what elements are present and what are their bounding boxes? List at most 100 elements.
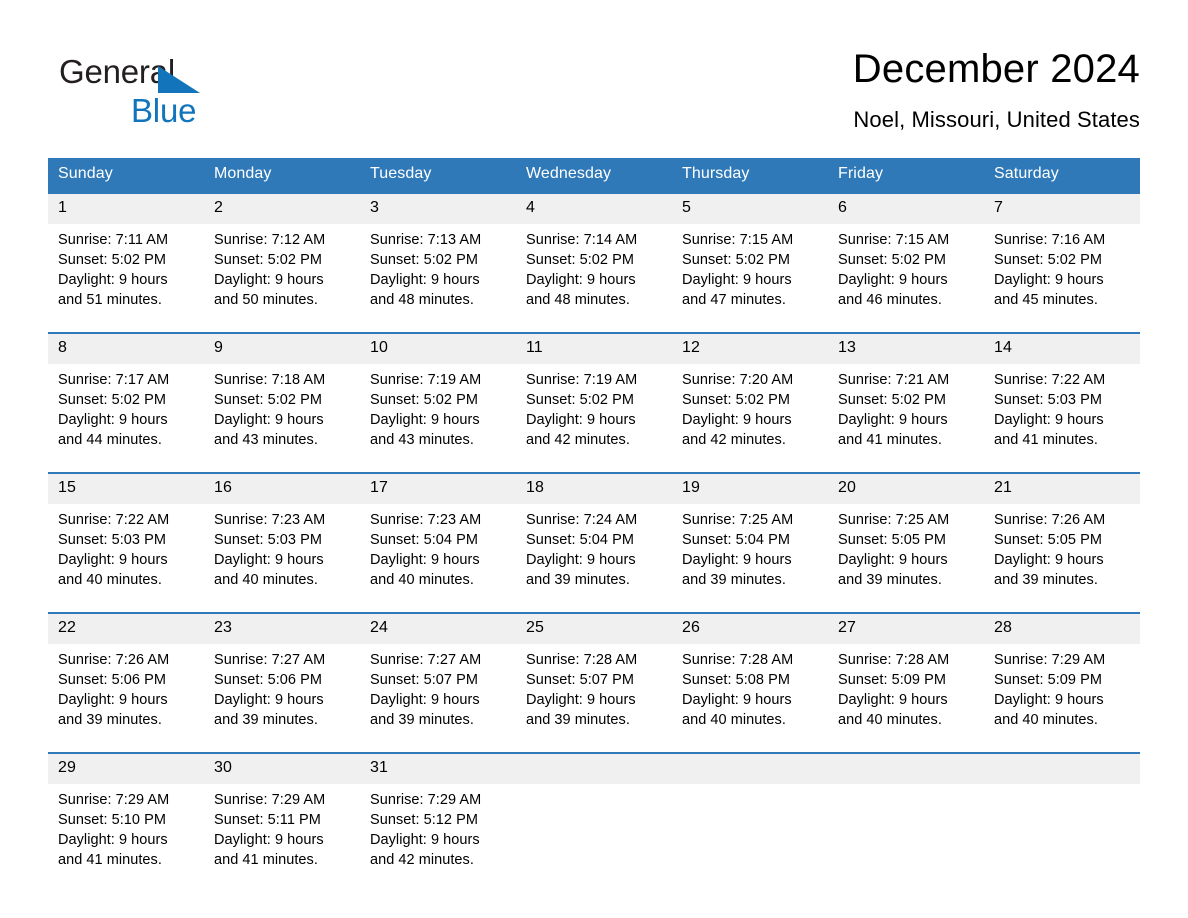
day-number[interactable]: 3 — [360, 192, 516, 224]
day-cell[interactable]: Sunrise: 7:19 AM Sunset: 5:02 PM Dayligh… — [516, 364, 672, 456]
day-cell[interactable]: Sunrise: 7:28 AM Sunset: 5:07 PM Dayligh… — [516, 644, 672, 736]
day-cell[interactable]: Sunrise: 7:25 AM Sunset: 5:05 PM Dayligh… — [828, 504, 984, 596]
daylight-text: Daylight: 9 hours — [58, 412, 168, 428]
daylight-text: Daylight: 9 hours — [58, 692, 168, 708]
day-number[interactable]: 31 — [360, 752, 516, 784]
sunrise-text: Sunrise: 7:21 AM — [838, 372, 950, 388]
day-cell[interactable]: Sunrise: 7:23 AM Sunset: 5:04 PM Dayligh… — [360, 504, 516, 596]
logo-triangle-icon — [158, 66, 200, 93]
daylight-text-cont: and 39 minutes. — [214, 712, 318, 728]
day-number[interactable]: 19 — [672, 472, 828, 504]
sunset-text: Sunset: 5:06 PM — [214, 672, 322, 688]
day-cell[interactable]: Sunrise: 7:27 AM Sunset: 5:06 PM Dayligh… — [204, 644, 360, 736]
day-cell[interactable]: Sunrise: 7:23 AM Sunset: 5:03 PM Dayligh… — [204, 504, 360, 596]
day-number[interactable]: 22 — [48, 612, 204, 644]
empty-day-cell — [984, 784, 1140, 876]
day-cell[interactable]: Sunrise: 7:26 AM Sunset: 5:06 PM Dayligh… — [48, 644, 204, 736]
day-number[interactable]: 9 — [204, 332, 360, 364]
day-cell[interactable]: Sunrise: 7:22 AM Sunset: 5:03 PM Dayligh… — [48, 504, 204, 596]
sunrise-text: Sunrise: 7:28 AM — [838, 652, 950, 668]
day-cell[interactable]: Sunrise: 7:15 AM Sunset: 5:02 PM Dayligh… — [828, 224, 984, 316]
day-cell[interactable]: Sunrise: 7:11 AM Sunset: 5:02 PM Dayligh… — [48, 224, 204, 316]
daylight-text-cont: and 40 minutes. — [994, 712, 1098, 728]
daylight-text-cont: and 41 minutes. — [838, 432, 942, 448]
weekday-header-friday: Friday — [828, 158, 984, 193]
day-number[interactable]: 25 — [516, 612, 672, 644]
daylight-text: Daylight: 9 hours — [370, 692, 480, 708]
day-number[interactable]: 11 — [516, 332, 672, 364]
day-cell[interactable]: Sunrise: 7:29 AM Sunset: 5:11 PM Dayligh… — [204, 784, 360, 876]
day-number[interactable]: 6 — [828, 192, 984, 224]
day-cell[interactable]: Sunrise: 7:29 AM Sunset: 5:12 PM Dayligh… — [360, 784, 516, 876]
day-cell[interactable]: Sunrise: 7:20 AM Sunset: 5:02 PM Dayligh… — [672, 364, 828, 456]
sunrise-text: Sunrise: 7:27 AM — [370, 652, 482, 668]
day-number[interactable]: 14 — [984, 332, 1140, 364]
page-title: December 2024 — [852, 47, 1140, 91]
day-number[interactable]: 30 — [204, 752, 360, 784]
day-number[interactable]: 7 — [984, 192, 1140, 224]
day-cell[interactable]: Sunrise: 7:25 AM Sunset: 5:04 PM Dayligh… — [672, 504, 828, 596]
daylight-text: Daylight: 9 hours — [994, 692, 1104, 708]
calendar-grid: Sunday Monday Tuesday Wednesday Thursday… — [48, 158, 1140, 876]
day-cell[interactable]: Sunrise: 7:19 AM Sunset: 5:02 PM Dayligh… — [360, 364, 516, 456]
day-number[interactable]: 18 — [516, 472, 672, 504]
day-number[interactable]: 5 — [672, 192, 828, 224]
day-cell[interactable]: Sunrise: 7:12 AM Sunset: 5:02 PM Dayligh… — [204, 224, 360, 316]
day-cell[interactable]: Sunrise: 7:28 AM Sunset: 5:09 PM Dayligh… — [828, 644, 984, 736]
day-number[interactable]: 21 — [984, 472, 1140, 504]
day-cell[interactable]: Sunrise: 7:14 AM Sunset: 5:02 PM Dayligh… — [516, 224, 672, 316]
day-cell[interactable]: Sunrise: 7:28 AM Sunset: 5:08 PM Dayligh… — [672, 644, 828, 736]
sunrise-text: Sunrise: 7:22 AM — [994, 372, 1106, 388]
day-cell[interactable]: Sunrise: 7:16 AM Sunset: 5:02 PM Dayligh… — [984, 224, 1140, 316]
day-number[interactable]: 16 — [204, 472, 360, 504]
day-number[interactable]: 2 — [204, 192, 360, 224]
day-number[interactable]: 10 — [360, 332, 516, 364]
daylight-text: Daylight: 9 hours — [370, 412, 480, 428]
day-number[interactable]: 23 — [204, 612, 360, 644]
day-number[interactable]: 8 — [48, 332, 204, 364]
day-number[interactable]: 15 — [48, 472, 204, 504]
daylight-text: Daylight: 9 hours — [370, 272, 480, 288]
daylight-text-cont: and 51 minutes. — [58, 292, 162, 308]
daylight-text-cont: and 40 minutes. — [370, 572, 474, 588]
day-number[interactable]: 20 — [828, 472, 984, 504]
day-cell[interactable]: Sunrise: 7:22 AM Sunset: 5:03 PM Dayligh… — [984, 364, 1140, 456]
daylight-text: Daylight: 9 hours — [682, 412, 792, 428]
day-number[interactable]: 29 — [48, 752, 204, 784]
day-cell[interactable]: Sunrise: 7:24 AM Sunset: 5:04 PM Dayligh… — [516, 504, 672, 596]
day-number[interactable]: 1 — [48, 192, 204, 224]
day-number[interactable]: 13 — [828, 332, 984, 364]
sunrise-text: Sunrise: 7:26 AM — [994, 512, 1106, 528]
daylight-text-cont: and 48 minutes. — [526, 292, 630, 308]
daylight-text: Daylight: 9 hours — [58, 272, 168, 288]
day-number[interactable]: 4 — [516, 192, 672, 224]
day-number[interactable]: 26 — [672, 612, 828, 644]
sunrise-text: Sunrise: 7:17 AM — [58, 372, 170, 388]
week-4-daynumber-row: 22 23 24 25 26 27 28 — [48, 612, 1140, 644]
sunset-text: Sunset: 5:07 PM — [526, 672, 634, 688]
day-cell[interactable]: Sunrise: 7:26 AM Sunset: 5:05 PM Dayligh… — [984, 504, 1140, 596]
day-cell[interactable]: Sunrise: 7:29 AM Sunset: 5:10 PM Dayligh… — [48, 784, 204, 876]
day-cell[interactable]: Sunrise: 7:29 AM Sunset: 5:09 PM Dayligh… — [984, 644, 1140, 736]
daylight-text: Daylight: 9 hours — [214, 272, 324, 288]
daylight-text: Daylight: 9 hours — [526, 272, 636, 288]
day-number[interactable]: 17 — [360, 472, 516, 504]
daylight-text: Daylight: 9 hours — [58, 832, 168, 848]
day-cell[interactable]: Sunrise: 7:27 AM Sunset: 5:07 PM Dayligh… — [360, 644, 516, 736]
day-number[interactable]: 12 — [672, 332, 828, 364]
sunrise-text: Sunrise: 7:27 AM — [214, 652, 326, 668]
day-cell[interactable]: Sunrise: 7:17 AM Sunset: 5:02 PM Dayligh… — [48, 364, 204, 456]
general-blue-logo[interactable]: General Blue — [59, 52, 319, 132]
day-number[interactable]: 27 — [828, 612, 984, 644]
day-cell[interactable]: Sunrise: 7:13 AM Sunset: 5:02 PM Dayligh… — [360, 224, 516, 316]
daylight-text-cont: and 41 minutes. — [214, 852, 318, 868]
sunrise-text: Sunrise: 7:24 AM — [526, 512, 638, 528]
day-cell[interactable]: Sunrise: 7:21 AM Sunset: 5:02 PM Dayligh… — [828, 364, 984, 456]
day-number[interactable]: 28 — [984, 612, 1140, 644]
day-cell[interactable]: Sunrise: 7:18 AM Sunset: 5:02 PM Dayligh… — [204, 364, 360, 456]
page-header: General Blue December 2024 Noel, Missour… — [48, 44, 1140, 144]
day-cell[interactable]: Sunrise: 7:15 AM Sunset: 5:02 PM Dayligh… — [672, 224, 828, 316]
daylight-text: Daylight: 9 hours — [838, 692, 948, 708]
daylight-text: Daylight: 9 hours — [994, 412, 1104, 428]
day-number[interactable]: 24 — [360, 612, 516, 644]
